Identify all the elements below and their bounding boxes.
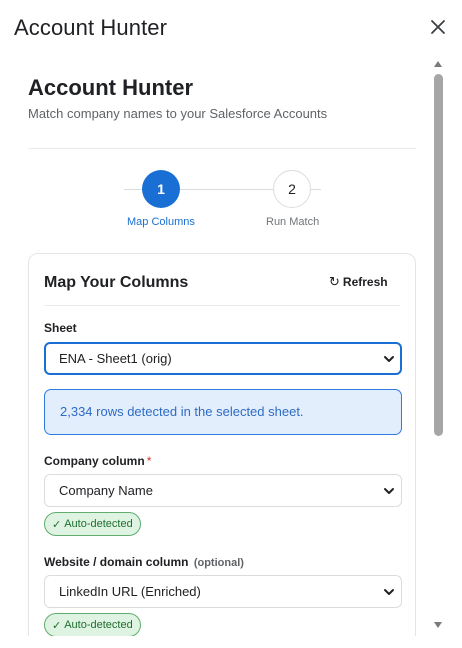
sheet-select-value: ENA - Sheet1 (orig) <box>59 351 172 366</box>
step-1-circle[interactable]: 1 <box>142 170 180 208</box>
company-auto-detected-badge: ✓ Auto-detected <box>44 512 141 536</box>
card-title: Map Your Columns <box>44 274 189 291</box>
refresh-button[interactable]: ↻ Refresh <box>329 274 388 290</box>
rows-detected-notice: 2,334 rows detected in the selected shee… <box>44 389 402 435</box>
chevron-down-icon <box>384 589 394 595</box>
website-column-label: Website / domain column (optional) <box>44 555 244 569</box>
company-column-select[interactable]: Company Name <box>44 474 402 507</box>
app-title: Account Hunter <box>28 75 193 100</box>
rows-detected-text: 2,334 rows detected in the selected shee… <box>60 404 304 419</box>
panel-scroll-area[interactable]: Account Hunter Match company names to yo… <box>0 56 462 636</box>
optional-mark: (optional) <box>193 557 244 569</box>
step-2-circle[interactable]: 2 <box>273 170 311 208</box>
stepper-line-right <box>311 189 321 190</box>
stepper-line-left <box>124 189 142 190</box>
check-icon: ✓ <box>52 518 62 531</box>
scroll-down-arrow-icon[interactable] <box>434 622 442 628</box>
website-badge-text: Auto-detected <box>64 619 133 631</box>
close-button[interactable] <box>426 15 450 39</box>
map-columns-card: Map Your Columns ↻ Refresh Sheet ENA - S… <box>28 253 416 636</box>
sheet-select[interactable]: ENA - Sheet1 (orig) <box>44 342 402 375</box>
app-subtitle: Match company names to your Salesforce A… <box>28 106 328 121</box>
website-column-select[interactable]: LinkedIn URL (Enriched) <box>44 575 402 608</box>
company-column-label-text: Company column <box>44 454 145 468</box>
card-divider <box>44 305 400 306</box>
required-mark: * <box>146 454 152 468</box>
chevron-down-icon <box>384 488 394 494</box>
scroll-up-arrow-icon[interactable] <box>434 61 442 67</box>
refresh-icon: ↻ <box>329 274 340 289</box>
step-2-label: Run Match <box>266 216 320 228</box>
company-select-value: Company Name <box>59 483 153 498</box>
step-1-label: Map Columns <box>127 216 195 228</box>
website-select-value: LinkedIn URL (Enriched) <box>59 584 201 599</box>
window-title: Account Hunter <box>14 15 168 40</box>
title-bar: Account Hunter <box>0 0 462 56</box>
website-auto-detected-badge: ✓ Auto-detected <box>44 613 141 636</box>
chevron-down-icon <box>384 356 394 362</box>
stepper-line-middle <box>180 189 273 190</box>
sheet-label: Sheet <box>44 321 77 335</box>
header-divider <box>28 148 416 149</box>
refresh-label: Refresh <box>342 275 388 289</box>
vertical-scrollbar[interactable] <box>431 56 445 636</box>
scroll-thumb[interactable] <box>434 74 443 436</box>
company-column-label: Company column * <box>44 454 151 468</box>
website-column-label-text: Website / domain column <box>44 555 189 569</box>
company-badge-text: Auto-detected <box>64 518 133 530</box>
close-icon <box>431 20 445 34</box>
check-icon: ✓ <box>52 619 62 632</box>
